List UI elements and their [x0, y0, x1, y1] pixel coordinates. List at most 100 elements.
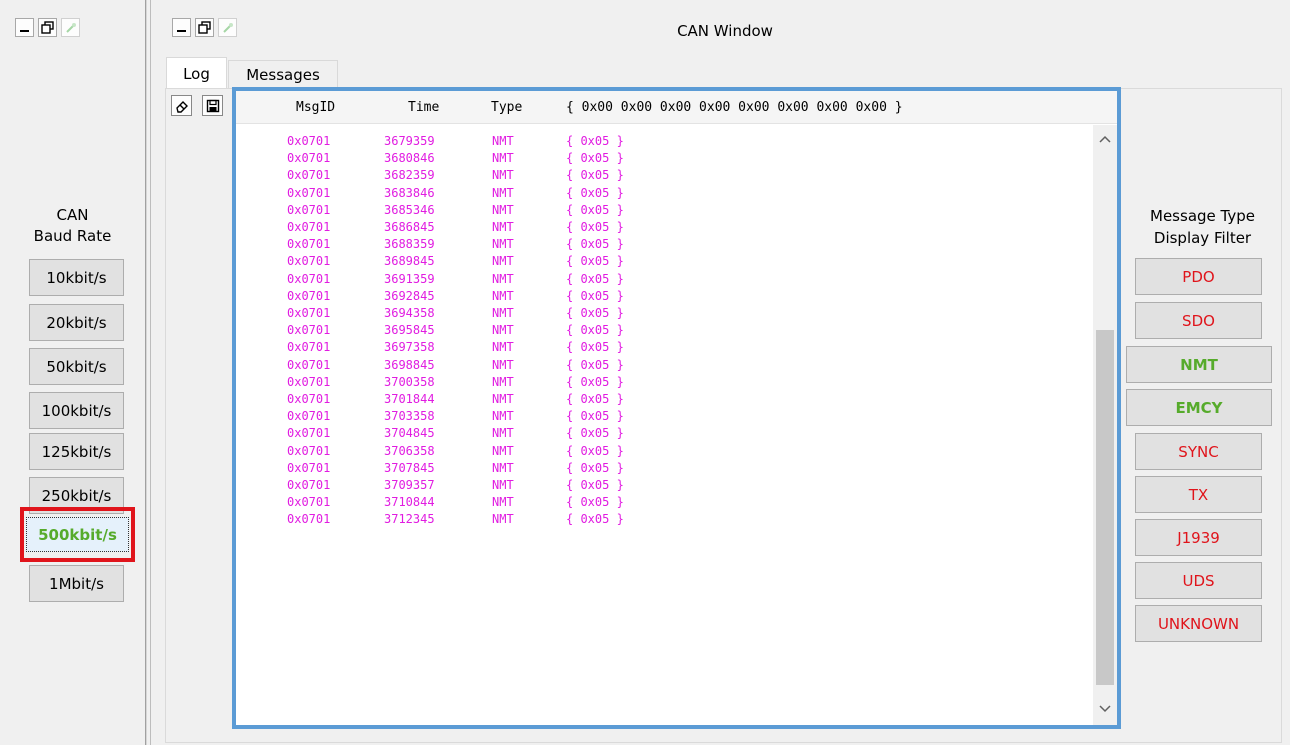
log-time: 3697358 [384, 340, 435, 354]
log-msgid: 0x0701 [287, 323, 331, 337]
log-time: 3680846 [384, 151, 435, 165]
filter-button-uds[interactable]: UDS [1135, 562, 1262, 599]
baud-button-50k[interactable]: 50kbit/s [29, 348, 124, 385]
log-time: 3704845 [384, 426, 435, 440]
filter-button-emcy[interactable]: EMCY [1126, 389, 1272, 426]
log-row[interactable]: 0x0701 3682359 NMT { 0x05 } [236, 167, 1086, 183]
header-type[interactable]: Type [491, 91, 522, 124]
filter-button-sync[interactable]: SYNC [1135, 433, 1262, 470]
log-row[interactable]: 0x0701 3700358 NMT { 0x05 } [236, 374, 1086, 390]
log-row[interactable]: 0x0701 3691359 NMT { 0x05 } [236, 271, 1086, 287]
log-type: NMT [492, 375, 514, 389]
window-title: CAN Window [677, 22, 773, 40]
window-restore-button[interactable] [195, 18, 214, 37]
restore-button[interactable] [38, 18, 57, 37]
filter-button-pdo[interactable]: PDO [1135, 258, 1262, 295]
log-row[interactable]: 0x0701 3685346 NMT { 0x05 } [236, 202, 1086, 218]
log-type: NMT [492, 168, 514, 182]
log-row[interactable]: 0x0701 3692845 NMT { 0x05 } [236, 288, 1086, 304]
log-row[interactable]: 0x0701 3701844 NMT { 0x05 } [236, 391, 1086, 407]
log-row[interactable]: 0x0701 3680846 NMT { 0x05 } [236, 150, 1086, 166]
splitter[interactable] [145, 0, 147, 745]
pin-button[interactable] [61, 18, 80, 37]
log-row[interactable]: 0x0701 3683846 NMT { 0x05 } [236, 185, 1086, 201]
log-type: NMT [492, 444, 514, 458]
minimize-button[interactable] [15, 18, 34, 37]
baud-button-125k[interactable]: 125kbit/s [29, 433, 124, 470]
header-time[interactable]: Time [408, 91, 439, 124]
filter-button-tx[interactable]: TX [1135, 476, 1262, 513]
log-row[interactable]: 0x0701 3710844 NMT { 0x05 } [236, 494, 1086, 510]
log-time: 3698845 [384, 358, 435, 372]
tab-messages[interactable]: Messages [228, 60, 338, 88]
log-time: 3701844 [384, 392, 435, 406]
header-data[interactable]: { 0x00 0x00 0x00 0x00 0x00 0x00 0x00 0x0… [566, 91, 903, 124]
log-row[interactable]: 0x0701 3707845 NMT { 0x05 } [236, 460, 1086, 476]
pin-icon [223, 23, 233, 33]
log-row[interactable]: 0x0701 3688359 NMT { 0x05 } [236, 236, 1086, 252]
log-msgid: 0x0701 [287, 478, 331, 492]
log-msgid: 0x0701 [287, 289, 331, 303]
filter-button-j1939[interactable]: J1939 [1135, 519, 1262, 556]
log-row[interactable]: 0x0701 3694358 NMT { 0x05 } [236, 305, 1086, 321]
log-data: { 0x05 } [566, 289, 624, 303]
log-msgid: 0x0701 [287, 340, 331, 354]
log-type: NMT [492, 409, 514, 423]
log-row[interactable]: 0x0701 3706358 NMT { 0x05 } [236, 443, 1086, 459]
log-row[interactable]: 0x0701 3709357 NMT { 0x05 } [236, 477, 1086, 493]
window-minimize-button[interactable] [172, 18, 191, 37]
window-pin-button[interactable] [218, 18, 237, 37]
clear-log-button[interactable] [171, 95, 192, 116]
scroll-down-icon[interactable] [1099, 705, 1111, 713]
filter-button-unknown[interactable]: UNKNOWN [1135, 605, 1262, 642]
baud-button-20k[interactable]: 20kbit/s [29, 304, 124, 341]
baud-button-1m[interactable]: 1Mbit/s [29, 565, 124, 602]
log-row[interactable]: 0x0701 3698845 NMT { 0x05 } [236, 357, 1086, 373]
log-row[interactable]: 0x0701 3712345 NMT { 0x05 } [236, 511, 1086, 527]
log-row[interactable]: 0x0701 3695845 NMT { 0x05 } [236, 322, 1086, 338]
log-msgid: 0x0701 [287, 444, 331, 458]
log-msgid: 0x0701 [287, 512, 331, 526]
baud-button-10k[interactable]: 10kbit/s [29, 259, 124, 296]
log-type: NMT [492, 220, 514, 234]
log-msgid: 0x0701 [287, 495, 331, 509]
log-type: NMT [492, 461, 514, 475]
header-msgid[interactable]: MsgID [296, 91, 335, 124]
restore-icon [198, 21, 211, 34]
scroll-up-icon[interactable] [1099, 135, 1111, 143]
log-row[interactable]: 0x0701 3679359 NMT { 0x05 } [236, 133, 1086, 149]
log-type: NMT [492, 151, 514, 165]
log-msgid: 0x0701 [287, 203, 331, 217]
log-msgid: 0x0701 [287, 151, 331, 165]
filter-button-nmt[interactable]: NMT [1126, 346, 1272, 383]
log-msgid: 0x0701 [287, 134, 331, 148]
restore-icon [41, 21, 54, 34]
scroll-thumb[interactable] [1096, 330, 1114, 685]
save-log-button[interactable] [202, 95, 223, 116]
log-row[interactable]: 0x0701 3703358 NMT { 0x05 } [236, 408, 1086, 424]
log-time: 3695845 [384, 323, 435, 337]
tab-log[interactable]: Log [166, 57, 227, 89]
log-data: { 0x05 } [566, 186, 624, 200]
baud-title: CAN Baud Rate [0, 205, 145, 247]
log-row[interactable]: 0x0701 3697358 NMT { 0x05 } [236, 339, 1086, 355]
log-msgid: 0x0701 [287, 461, 331, 475]
filter-title-line1: Message Type [1150, 207, 1255, 225]
log-type: NMT [492, 134, 514, 148]
baud-button-500k[interactable]: 500kbit/s [26, 517, 129, 552]
baud-rate-panel: CAN Baud Rate 10kbit/s 20kbit/s 50kbit/s… [0, 0, 145, 745]
log-row[interactable]: 0x0701 3704845 NMT { 0x05 } [236, 425, 1086, 441]
baud-button-100k[interactable]: 100kbit/s [29, 392, 124, 429]
log-time: 3712345 [384, 512, 435, 526]
minimize-icon [177, 30, 186, 32]
filter-button-sdo[interactable]: SDO [1135, 302, 1262, 339]
log-row[interactable]: 0x0701 3689845 NMT { 0x05 } [236, 253, 1086, 269]
log-time: 3685346 [384, 203, 435, 217]
log-row[interactable]: 0x0701 3686845 NMT { 0x05 } [236, 219, 1086, 235]
log-data: { 0x05 } [566, 409, 624, 423]
log-header: MsgID Time Type { 0x00 0x00 0x00 0x00 0x… [236, 91, 1117, 124]
log-data: { 0x05 } [566, 444, 624, 458]
log-data: { 0x05 } [566, 495, 624, 509]
log-data: { 0x05 } [566, 478, 624, 492]
log-msgid: 0x0701 [287, 220, 331, 234]
